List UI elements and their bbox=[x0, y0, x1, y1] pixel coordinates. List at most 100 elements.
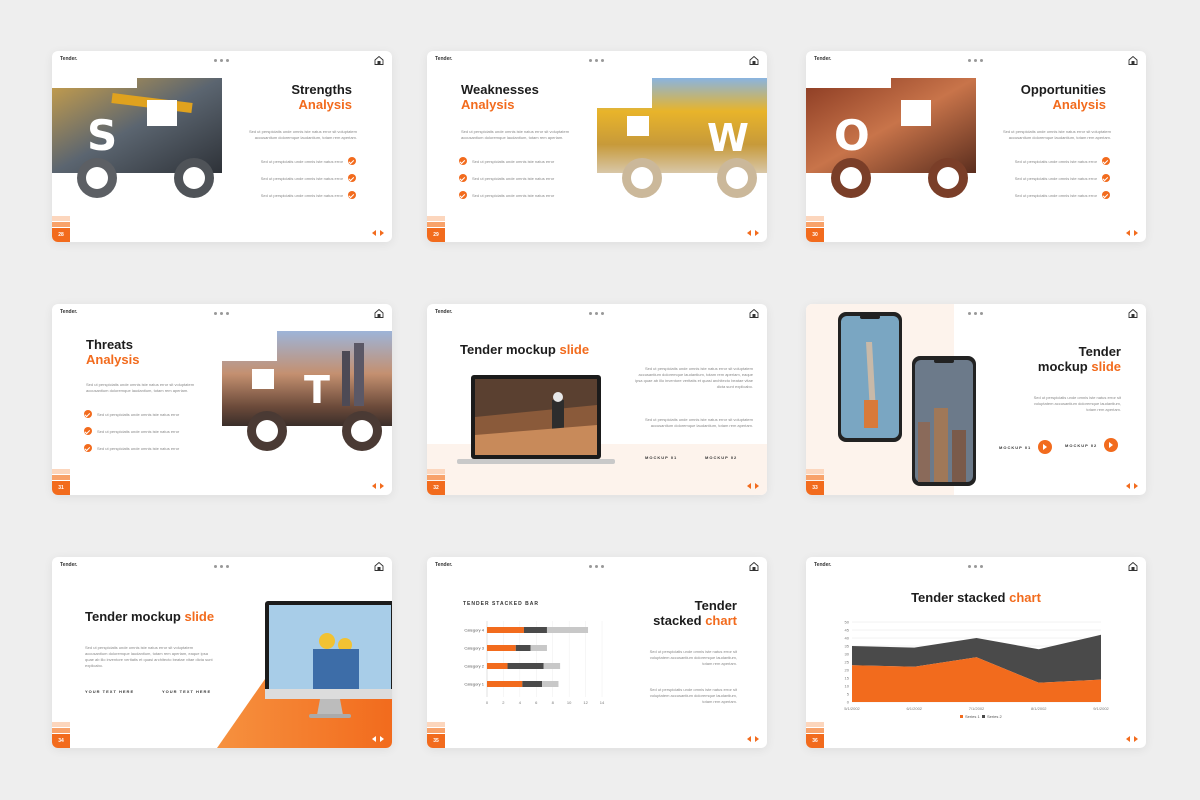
body-paragraph: Sed ut perspiciatis unde omnis iste natu… bbox=[1002, 129, 1111, 140]
slide-36[interactable]: Tender. Tender stacked chart 0 5 10 15 20 25 3… bbox=[806, 557, 1146, 748]
x-tick-label: 2 bbox=[502, 700, 505, 705]
laptop-mockup bbox=[457, 375, 615, 464]
slide-nav[interactable] bbox=[1126, 230, 1138, 236]
mockup-caption-2: MOCKUP 02 bbox=[1065, 443, 1098, 448]
y-tick-label: 25 bbox=[845, 660, 850, 665]
slide-nav[interactable] bbox=[747, 230, 759, 236]
check-icon bbox=[1102, 157, 1110, 165]
page-number: 36 bbox=[806, 734, 824, 748]
mockup-caption-2: MOCKUP 02 bbox=[705, 455, 738, 460]
truck-photo-workers: O bbox=[806, 78, 976, 198]
prev-arrow-icon bbox=[1126, 483, 1130, 489]
brand-name: Tender. bbox=[435, 56, 453, 62]
slide-nav[interactable] bbox=[372, 483, 384, 489]
page-number: 29 bbox=[427, 228, 445, 242]
y-tick-label: 50 bbox=[845, 620, 850, 625]
slide-nav[interactable] bbox=[747, 736, 759, 742]
slide-title: Weaknesses Analysis bbox=[461, 82, 539, 112]
slide-34[interactable]: Tender. Tender mockup slide Sed ut persp… bbox=[52, 557, 392, 748]
body-paragraph-1: Sed ut perspiciatis unde omnis iste natu… bbox=[649, 649, 737, 666]
page-dots bbox=[589, 59, 604, 62]
next-arrow-icon bbox=[1134, 483, 1138, 489]
swot-letter: T bbox=[304, 368, 330, 412]
slide-nav[interactable] bbox=[747, 483, 759, 489]
legend-swatch bbox=[982, 715, 985, 718]
body-paragraph-1: Sed ut perspiciatis unde omnis iste natu… bbox=[635, 366, 753, 389]
house-logo-icon bbox=[374, 309, 384, 318]
slide-33[interactable]: Tender. Tendermockup slide Sed ut perspi… bbox=[806, 304, 1146, 495]
house-logo-icon bbox=[749, 309, 759, 318]
slide-28[interactable]: Tender. S Strengths Analysis Sed ut persp… bbox=[52, 51, 392, 242]
slide-29[interactable]: Tender. Weaknesses Analysis Sed ut perspi… bbox=[427, 51, 767, 242]
x-tick-label: 5/1/2002 bbox=[844, 706, 860, 711]
bar-segment bbox=[542, 681, 559, 687]
legend-swatch bbox=[960, 715, 963, 718]
bar-segment bbox=[487, 681, 523, 687]
slide-31[interactable]: Tender. Threats Analysis Sed ut perspicia… bbox=[52, 304, 392, 495]
slide-nav[interactable] bbox=[1126, 736, 1138, 742]
mockup-1-button[interactable] bbox=[1038, 440, 1052, 454]
chart-heading: TENDER STACKED BAR bbox=[463, 601, 539, 607]
page-dots bbox=[968, 59, 983, 62]
category-label: Category 2 bbox=[464, 664, 484, 669]
y-tick-label: 40 bbox=[845, 636, 850, 641]
slide-title: Tender mockup slide bbox=[460, 342, 590, 357]
page-number: 33 bbox=[806, 481, 824, 495]
page-number: 30 bbox=[806, 228, 824, 242]
check-list: Sed ut perspiciatis unde omnis iste natu… bbox=[1015, 157, 1110, 199]
x-tick-label: 0 bbox=[486, 700, 489, 705]
check-icon bbox=[84, 444, 92, 452]
prev-arrow-icon bbox=[1126, 230, 1130, 236]
slide-32[interactable]: Tender. Tender mockup slide Sed ut persp… bbox=[427, 304, 767, 495]
bar-segment bbox=[487, 627, 524, 633]
check-icon bbox=[1102, 191, 1110, 199]
y-tick-label: 45 bbox=[845, 628, 850, 633]
legend-label: Series 1 bbox=[497, 708, 512, 709]
bar-segment bbox=[515, 645, 531, 651]
stacked-area-chart: 0 5 10 15 20 25 30 35 40 45 50 5/1/2002 6/1/2002 7/1/… bbox=[844, 620, 1109, 720]
page-dots bbox=[589, 312, 604, 315]
check-list: Sed ut perspiciatis unde omnis iste natu… bbox=[459, 157, 554, 199]
prev-arrow-icon bbox=[747, 736, 751, 742]
body-paragraph: Sed ut perspiciatis unde omnis iste natu… bbox=[461, 129, 570, 140]
mockup-2-button[interactable] bbox=[1104, 438, 1118, 452]
slide-title: Tender stacked chart bbox=[653, 598, 737, 628]
body-paragraph-2: Sed ut perspiciatis unde omnis iste natu… bbox=[649, 687, 737, 704]
slide-nav[interactable] bbox=[372, 736, 384, 742]
brand-name: Tender. bbox=[435, 309, 453, 315]
y-tick-label: 35 bbox=[845, 644, 850, 649]
check-icon bbox=[348, 157, 356, 165]
slide-nav[interactable] bbox=[372, 230, 384, 236]
body-paragraph-2: Sed ut perspiciatis unde omnis iste natu… bbox=[644, 417, 753, 428]
next-arrow-icon bbox=[1134, 230, 1138, 236]
category-label: Category 1 bbox=[464, 682, 484, 687]
truck-photo-city: T bbox=[222, 331, 392, 451]
slide-30[interactable]: Tender. O Opportunities Analysis Sed ut p… bbox=[806, 51, 1146, 242]
slide-35[interactable]: Tender. TENDER STACKED BAR 0 2 4 6 8 10 12 14 Ca… bbox=[427, 557, 767, 748]
check-icon bbox=[348, 191, 356, 199]
slide-title: Tender mockup slide bbox=[1037, 344, 1121, 374]
body-paragraph: Sed ut perspiciatis unde omnis iste natu… bbox=[86, 382, 195, 393]
brand-name: Tender. bbox=[435, 562, 453, 568]
page-number: 32 bbox=[427, 481, 445, 495]
mockup-caption-1: MOCKUP 01 bbox=[645, 455, 678, 460]
prev-arrow-icon bbox=[747, 483, 751, 489]
phone-mockups bbox=[838, 312, 976, 486]
body-paragraph: Sed ut perspiciatis unde omnis iste natu… bbox=[85, 645, 213, 668]
slide-title: Threats Analysis bbox=[86, 337, 140, 367]
x-tick-label: 6/1/2002 bbox=[906, 706, 922, 711]
y-tick-label: 10 bbox=[845, 684, 850, 689]
x-tick-label: 4 bbox=[519, 700, 522, 705]
brand-name: Tender. bbox=[60, 562, 78, 568]
prev-arrow-icon bbox=[747, 230, 751, 236]
prev-arrow-icon bbox=[372, 483, 376, 489]
legend-label: Series 3 bbox=[557, 708, 572, 709]
x-tick-label: 10 bbox=[567, 700, 572, 705]
check-icon bbox=[84, 410, 92, 418]
brand-name: Tender. bbox=[60, 56, 78, 62]
swot-letter: S bbox=[87, 111, 117, 160]
slide-nav[interactable] bbox=[1126, 483, 1138, 489]
bar-segment bbox=[487, 663, 508, 669]
bar-segment bbox=[530, 645, 547, 651]
truck-photo-excavator: S bbox=[52, 78, 222, 198]
